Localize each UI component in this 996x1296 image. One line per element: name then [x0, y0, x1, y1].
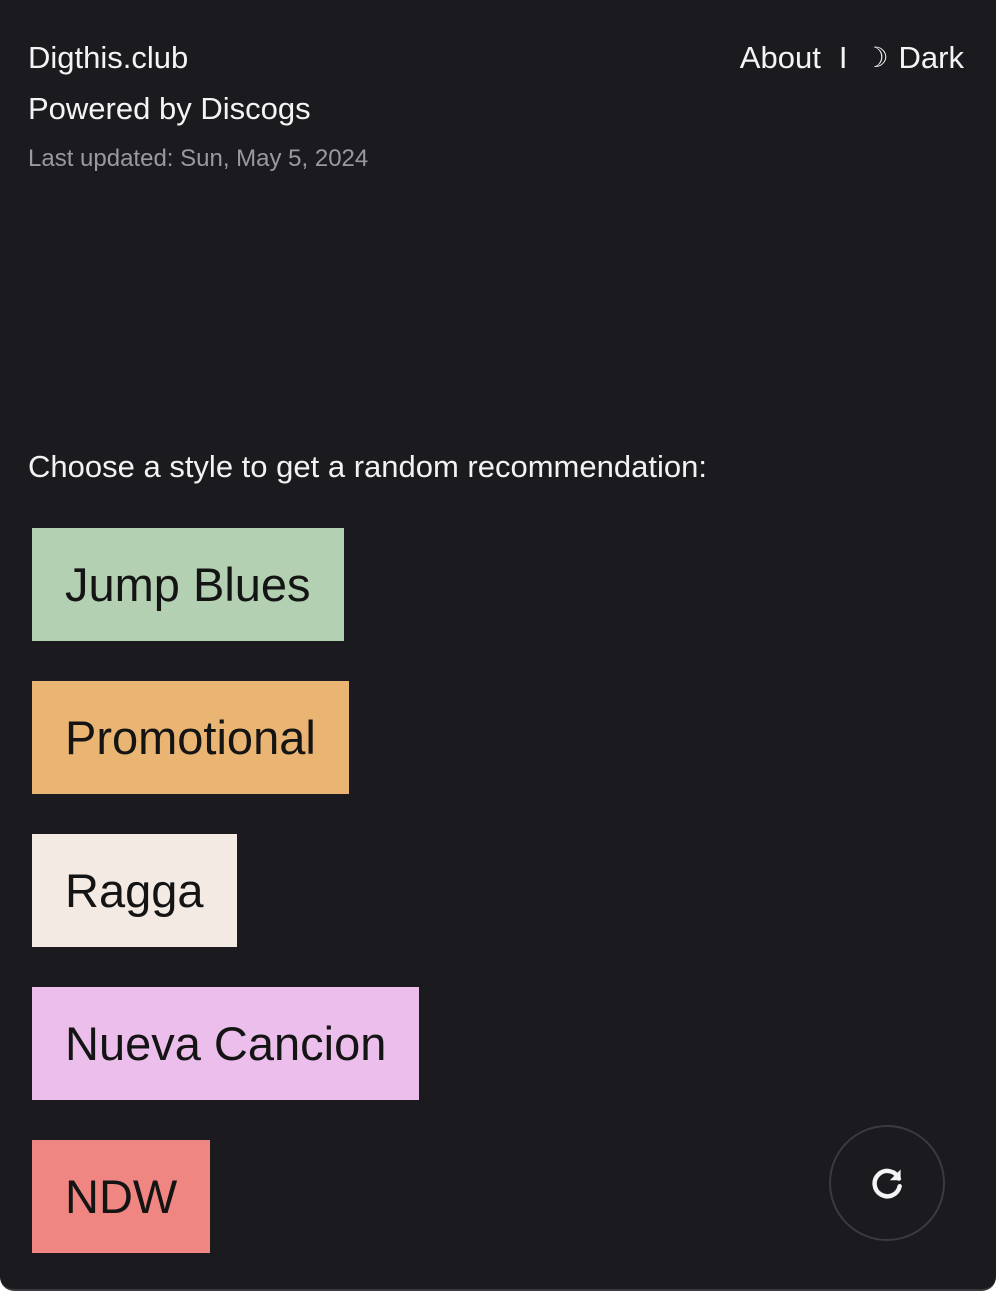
style-button-ragga[interactable]: Ragga: [32, 834, 237, 947]
style-prompt: Choose a style to get a random recommend…: [28, 449, 707, 484]
top-nav: About I ☽ Dark: [740, 38, 964, 78]
nav-separator: I: [838, 40, 848, 75]
style-button-promotional[interactable]: Promotional: [32, 681, 349, 794]
refresh-icon: [872, 1168, 902, 1199]
refresh-button[interactable]: [829, 1125, 945, 1241]
theme-label: Dark: [898, 40, 964, 75]
last-updated-text: Last updated: Sun, May 5, 2024: [28, 145, 369, 172]
style-button-jump-blues[interactable]: Jump Blues: [32, 528, 344, 641]
style-list: Jump Blues Promotional Ragga Nueva Canci…: [32, 528, 420, 1253]
style-button-nueva-cancion[interactable]: Nueva Cancion: [32, 987, 420, 1100]
theme-toggle[interactable]: ☽ Dark: [863, 38, 964, 78]
about-link[interactable]: About: [740, 38, 821, 78]
moon-icon: ☽: [863, 42, 889, 73]
app-frame: Digthis.club Powered by Discogs Last upd…: [0, 0, 996, 1291]
powered-by-text: Powered by Discogs: [28, 91, 311, 126]
style-button-ndw[interactable]: NDW: [32, 1140, 211, 1253]
site-name-link[interactable]: Digthis.club: [28, 38, 188, 78]
